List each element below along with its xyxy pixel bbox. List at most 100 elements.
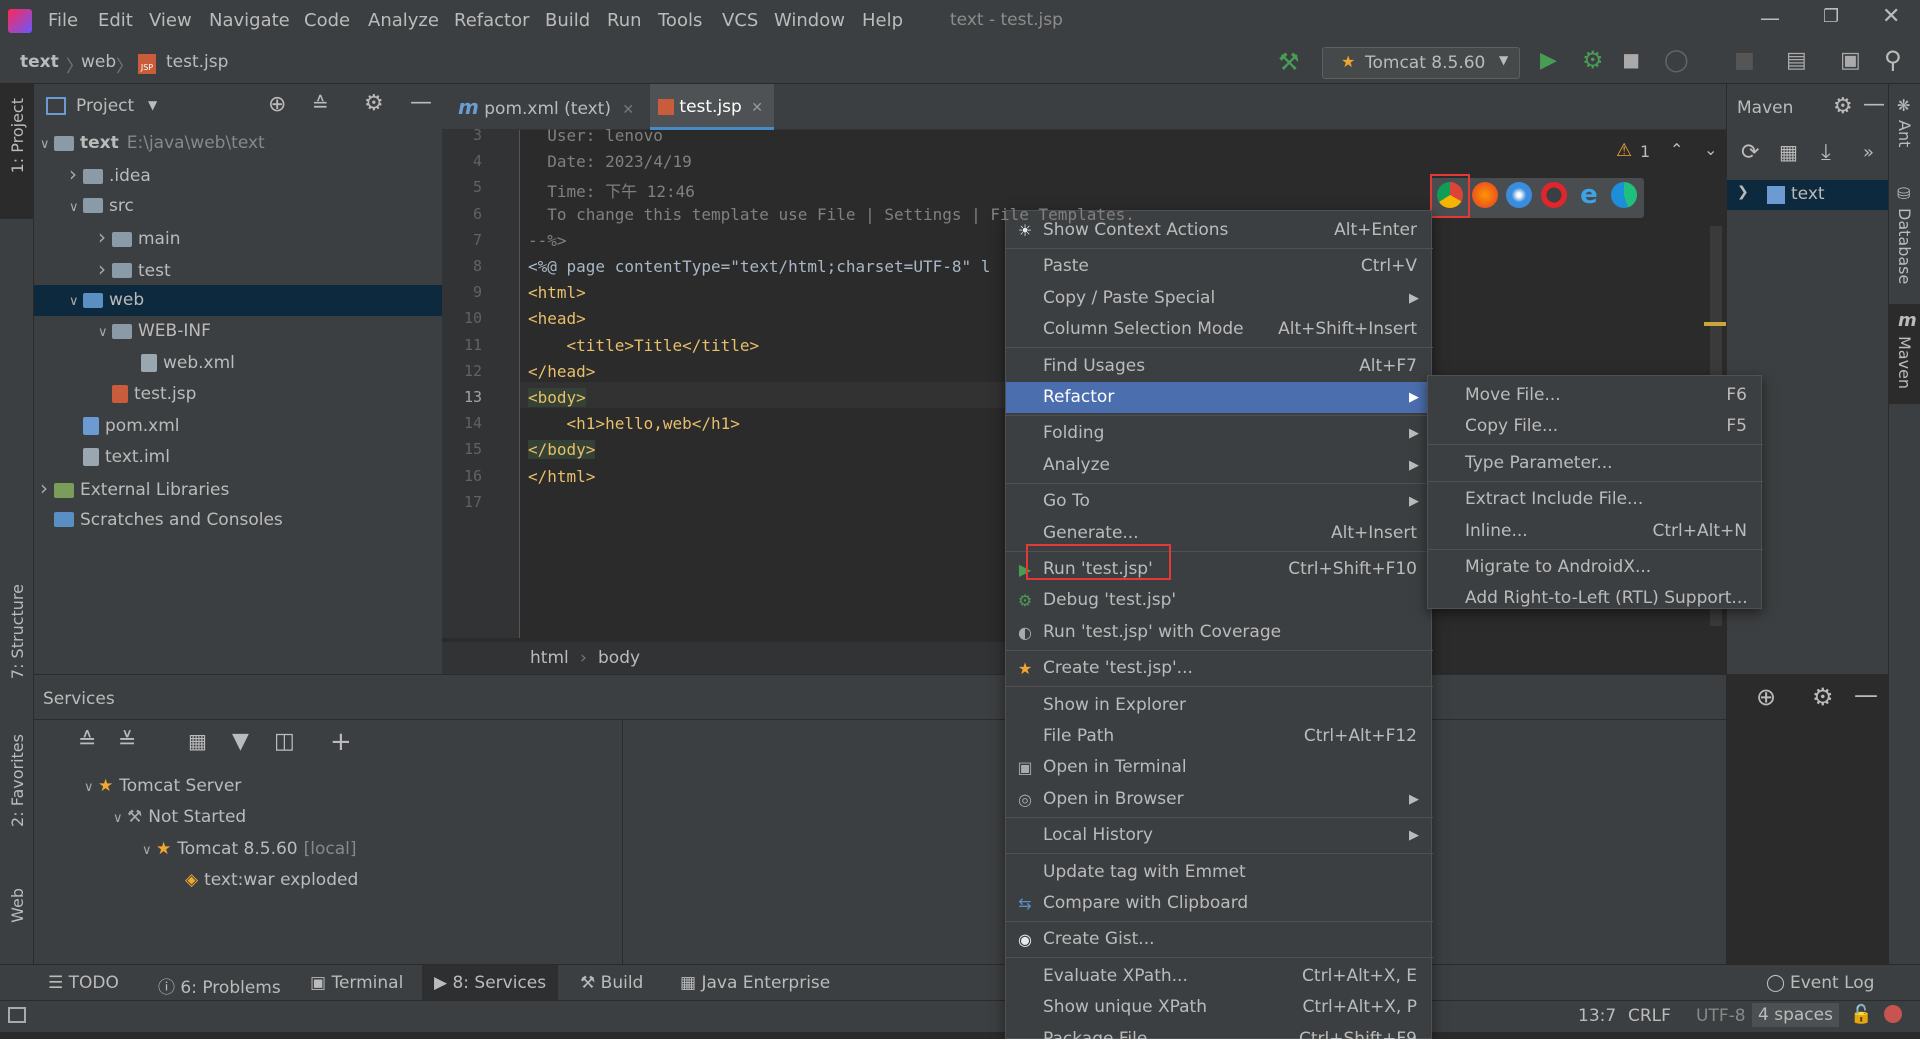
menu-item-package-file[interactable]: Package File Ctrl+Shift+F9 [1006,1024,1433,1039]
services-split[interactable] [622,719,623,965]
restore-button[interactable]: ❐ [1823,6,1839,27]
gear-icon[interactable]: ⚙ [1833,94,1853,119]
menu-item-run-test-jsp-with-coverage[interactable]: ◐ Run 'test.jsp' with Coverage [1006,617,1433,648]
code-line[interactable]: User: lenovo [528,126,663,145]
menu-refactor[interactable]: Refactor [454,10,530,31]
warning-icon[interactable]: ⚠ [1616,140,1632,161]
code-line[interactable]: <title>Title</title> [528,336,760,355]
project-structure-icon[interactable]: ▤ [1786,48,1807,73]
gear-icon[interactable]: ⚙ [364,91,384,116]
lock-icon[interactable]: 🔓 [1850,1004,1872,1025]
more-icon[interactable]: » [1863,142,1874,163]
terminal-window-icon[interactable]: ▣ [1840,48,1861,73]
chevron-right-icon[interactable]: › [98,222,112,253]
menu-item-inline[interactable]: Inline... Ctrl+Alt+N [1428,516,1763,547]
menu-item-compare-with-clipboard[interactable]: ⇆ Compare with Clipboard [1006,888,1433,919]
chevron-down-icon[interactable]: ∨ [142,835,156,866]
menu-help[interactable]: Help [862,10,903,31]
code-line[interactable]: Time: 下午 12:46 [528,178,695,202]
menu-item-copy-paste-special[interactable]: Copy / Paste Special ▶ [1006,283,1433,314]
debug-icon[interactable]: ⚙ [1582,46,1604,74]
chevron-right-icon[interactable]: › [98,254,112,285]
project-tree-item[interactable]: › External Libraries [34,473,442,504]
menu-run[interactable]: Run [607,10,642,31]
next-highlight-icon[interactable]: ⌄ [1704,140,1717,159]
close-icon[interactable]: ✕ [751,100,763,116]
code-line[interactable]: </head> [528,362,595,381]
menu-item-add-right-to-left-rtl-support[interactable]: Add Right-to-Left (RTL) Support... [1428,583,1763,614]
menu-item-column-selection-mode[interactable]: Column Selection Mode Alt+Shift+Insert [1006,314,1433,345]
menu-build[interactable]: Build [545,10,590,31]
firefox-icon[interactable] [1472,182,1498,208]
chevron-down-icon[interactable]: ∨ [113,803,127,834]
file-encoding[interactable]: UTF-8 [1696,1006,1746,1026]
menu-item-move-file[interactable]: Move File... F6 [1428,380,1763,411]
indent-setting[interactable]: 4 spaces [1752,1003,1839,1027]
tab-test-jsp[interactable]: test.jsp ✕ [650,84,774,130]
tab-pom-xml[interactable]: m pom.xml (text) ✕ [450,84,646,130]
project-tree-item[interactable]: › main [34,222,442,253]
expand-all-icon[interactable]: ≙ [78,729,96,754]
menu-item-evaluate-xpath[interactable]: Evaluate XPath... Ctrl+Alt+X, E [1006,961,1433,992]
menu-item-type-parameter[interactable]: Type Parameter... [1428,448,1763,479]
stripe-database-label[interactable]: Database [1895,208,1914,284]
gear-icon[interactable]: ⚙ [1812,683,1834,711]
bottom-tab-terminal[interactable]: ▣ Terminal [310,973,403,993]
locate-icon[interactable]: ⊕ [268,92,286,117]
build-hammer-icon[interactable]: ⚒ [1278,48,1300,76]
warning-marker[interactable] [1704,322,1726,326]
breadcrumb-project[interactable]: text [20,52,59,72]
locate-icon[interactable]: ⊕ [1756,683,1776,711]
service-tree-item[interactable]: ∨ ★ Tomcat 8.5.60 [local] [142,834,357,865]
chevron-down-icon[interactable]: ∨ [69,192,83,223]
bottom-tab-java-enterprise[interactable]: ▦ Java Enterprise [680,973,830,993]
project-tree-item[interactable]: ∨ text E:\java\web\text [34,128,442,159]
opera-icon[interactable] [1541,182,1567,208]
menu-view[interactable]: View [149,10,192,31]
breadcrumb-html[interactable]: html [530,642,569,674]
layout-toggle-icon[interactable] [8,1007,26,1023]
menu-vcs[interactable]: VCS [722,10,758,31]
search-icon[interactable]: ⚲ [1884,46,1902,74]
menu-item-update-tag-with-emmet[interactable]: Update tag with Emmet [1006,857,1433,888]
project-view-dropdown[interactable]: Project [76,96,134,116]
menu-tools[interactable]: Tools [658,10,702,31]
coverage-icon[interactable]: ◼ [1622,48,1640,73]
stripe-structure-label[interactable]: 7: Structure [8,584,27,679]
project-tree-item[interactable]: pom.xml [34,411,442,442]
project-tree-item[interactable]: ∨ web [34,285,442,316]
safari-icon[interactable] [1506,182,1532,208]
error-icon[interactable] [1884,1005,1902,1023]
chevron-right-icon[interactable]: › [40,473,54,504]
prev-highlight-icon[interactable]: ⌃ [1670,140,1683,159]
group-by-icon[interactable]: ▦ [188,729,207,753]
menu-item-migrate-to-androidx[interactable]: Migrate to AndroidX... [1428,552,1763,583]
bottom-tab-6-problems[interactable]: ⓘ 6: Problems [158,973,281,998]
menu-item-extract-include-file[interactable]: Extract Include File... [1428,484,1763,515]
menu-item-create-gist[interactable]: ◉ Create Gist... [1006,924,1433,955]
add-service-icon[interactable]: + [330,727,352,757]
chevron-down-icon[interactable]: ∨ [84,772,98,803]
add-project-icon[interactable]: ▦ [1779,140,1798,164]
bottom-tab-8-services[interactable]: ▶ 8: Services [422,965,559,1001]
hide-icon[interactable]: — [1854,681,1878,709]
hide-icon[interactable]: — [1863,92,1885,117]
menu-navigate[interactable]: Navigate [209,10,290,31]
menu-edit[interactable]: Edit [98,10,133,31]
menu-item-analyze[interactable]: Analyze ▶ [1006,450,1433,481]
menu-item-debug-test-jsp[interactable]: ⚙ Debug 'test.jsp' [1006,585,1433,616]
stripe-favorites-label[interactable]: 2: Favorites [8,734,27,827]
reload-icon[interactable]: ⟳ [1741,140,1759,165]
menu-item-find-usages[interactable]: Find Usages Alt+F7 [1006,351,1433,382]
project-tree-item[interactable]: ∨ src [34,191,442,222]
ie-icon[interactable]: e [1576,182,1602,208]
close-icon[interactable]: ✕ [622,102,634,118]
profile-icon[interactable]: ◯ [1664,48,1689,73]
code-line[interactable]: <html> [528,283,586,302]
collapse-all-icon[interactable]: ≚ [118,729,136,754]
hide-icon[interactable]: — [410,90,432,115]
menu-item-local-history[interactable]: Local History ▶ [1006,820,1433,851]
run-config-dropdown[interactable]: ★ Tomcat 8.5.60 ▼ [1322,47,1520,79]
menu-item-copy-file[interactable]: Copy File... F5 [1428,411,1763,442]
breadcrumb-folder[interactable]: web [81,52,116,72]
